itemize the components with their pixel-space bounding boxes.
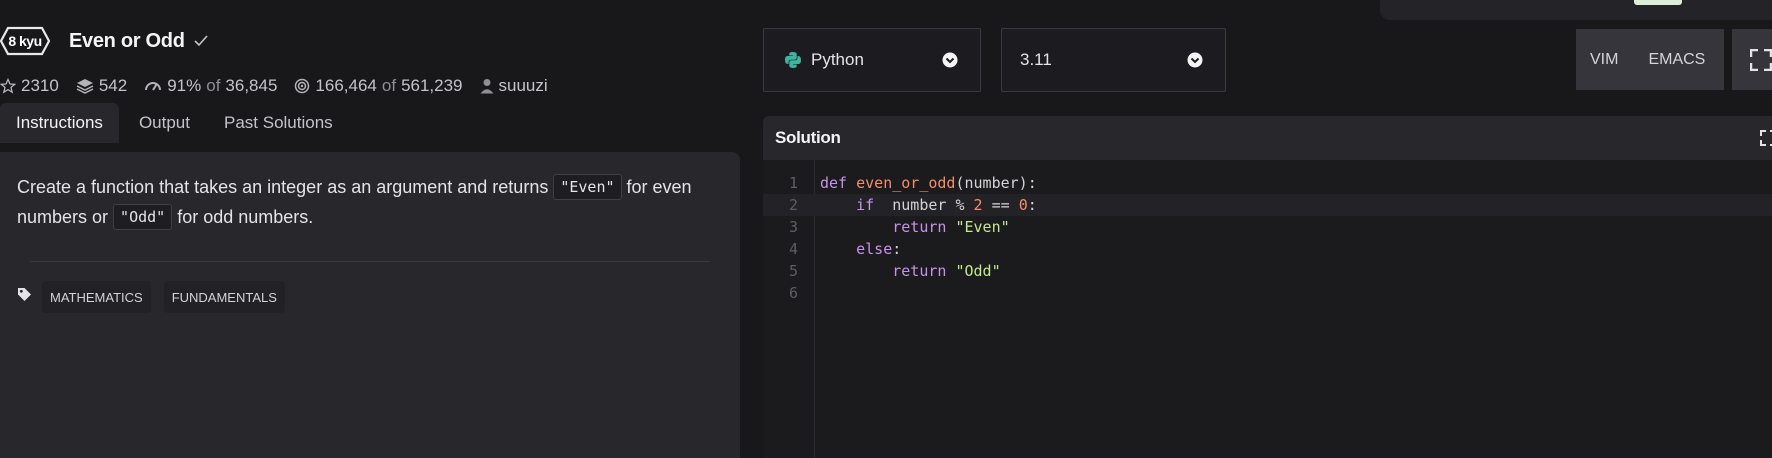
- code-line-text: def even_or_odd(number):: [820, 174, 1037, 192]
- solution-title: Solution: [775, 128, 841, 147]
- code-line: 3 return "Even": [763, 216, 1772, 238]
- rank-badge: 8 kyu: [0, 26, 50, 56]
- code-line: 1 def even_or_odd(number):: [763, 172, 1772, 194]
- check-icon: [193, 34, 209, 48]
- completed-count: 166,464: [315, 76, 377, 95]
- tag-icon: [18, 287, 31, 301]
- user-icon: [480, 79, 494, 94]
- expand-icon[interactable]: [1760, 130, 1772, 146]
- instructions-divider: [30, 261, 710, 262]
- solution-header: Solution: [763, 116, 1772, 160]
- keybinding-modes: VIM EMACS: [1576, 29, 1724, 90]
- codewars-kata-page: 8 kyu Even or Odd 2310 542 91% of 36,845…: [0, 0, 1772, 458]
- instructions-part3: for odd numbers.: [172, 207, 314, 227]
- tags-row: MATHEMATICS FUNDAMENTALS: [17, 281, 298, 313]
- fullscreen-button[interactable]: [1732, 29, 1772, 90]
- satisfaction-icon: [145, 82, 162, 91]
- rank-label: 8 kyu: [8, 33, 42, 49]
- author-stat[interactable]: suuuzi: [480, 76, 548, 96]
- code-line: 4 else:: [763, 238, 1772, 260]
- kata-header: 8 kyu Even or Odd: [0, 24, 209, 58]
- collections-icon: [76, 79, 94, 94]
- fullscreen-icon: [1750, 48, 1772, 71]
- kata-title: Even or Odd: [69, 29, 185, 52]
- code-chip-odd: "Odd": [113, 204, 173, 230]
- completed-icon: [295, 78, 310, 94]
- instructions-part1: Create a function that takes an integer …: [17, 177, 554, 197]
- code-line-text: if number % 2 == 0:: [856, 196, 1037, 214]
- language-value: Python: [811, 50, 864, 69]
- instructions-panel: Create a function that takes an integer …: [0, 152, 740, 458]
- code-line: 6: [763, 282, 1772, 304]
- code-line-text: else:: [856, 240, 902, 258]
- collections-count: 542: [98, 76, 128, 95]
- satisfaction-stat: 91% of 36,845: [144, 76, 277, 96]
- kata-tabs: Instructions Output Past Solutions: [0, 103, 349, 143]
- line-number: 6: [788, 284, 798, 302]
- tag-mathematics[interactable]: MATHEMATICS: [42, 281, 151, 313]
- tab-output[interactable]: Output: [119, 103, 208, 143]
- satisfaction-percent: 91%: [167, 76, 202, 95]
- completed-total: 561,239: [401, 76, 463, 95]
- line-number: 2: [788, 196, 798, 214]
- instructions-text: Create a function that takes an integer …: [17, 172, 717, 232]
- tab-past-solutions[interactable]: Past Solutions: [208, 103, 349, 143]
- language-select[interactable]: Python: [763, 28, 981, 92]
- code-line: 5 return "Odd": [763, 260, 1772, 282]
- satisfaction-of-label: of: [206, 76, 221, 95]
- stars-count: 2310: [21, 76, 59, 95]
- version-value: 3.11: [1020, 50, 1052, 69]
- vim-mode-button[interactable]: VIM: [1576, 29, 1648, 90]
- code-editor[interactable]: 1 def even_or_odd(number): 2 if number %…: [763, 160, 1772, 458]
- completed-stat: 166,464 of 561,239: [294, 76, 463, 96]
- tag-fundamentals[interactable]: FUNDAMENTALS: [163, 281, 285, 313]
- satisfaction-total: 36,845: [225, 76, 278, 95]
- chevron-down-icon: [942, 52, 958, 68]
- line-number: 3: [788, 218, 798, 236]
- code-line-text: return "Even": [892, 218, 1010, 236]
- line-number: 1: [788, 174, 798, 192]
- top-panel-fragment: [1380, 0, 1772, 20]
- author-name[interactable]: suuuzi: [499, 76, 548, 96]
- tab-instructions[interactable]: Instructions: [0, 103, 119, 143]
- code-line-text: return "Odd": [892, 262, 1001, 280]
- stars-stat[interactable]: 2310: [0, 76, 59, 96]
- code-chip-even: "Even": [553, 174, 622, 200]
- chevron-down-icon: [1187, 52, 1203, 68]
- star-icon: [0, 78, 16, 94]
- top-progress-pill: [1634, 0, 1682, 5]
- code-line-active: 2 if number % 2 == 0:: [763, 194, 1772, 216]
- collections-stat: 542: [76, 76, 127, 96]
- emacs-mode-button[interactable]: EMACS: [1648, 29, 1705, 90]
- line-number: 5: [788, 262, 798, 280]
- completed-of-label: of: [381, 76, 397, 95]
- version-select[interactable]: 3.11: [1001, 28, 1226, 92]
- python-icon: [785, 52, 801, 68]
- line-number: 4: [788, 240, 798, 258]
- kata-stats: 2310 542 91% of 36,845 166,464 of 561,23…: [0, 74, 565, 98]
